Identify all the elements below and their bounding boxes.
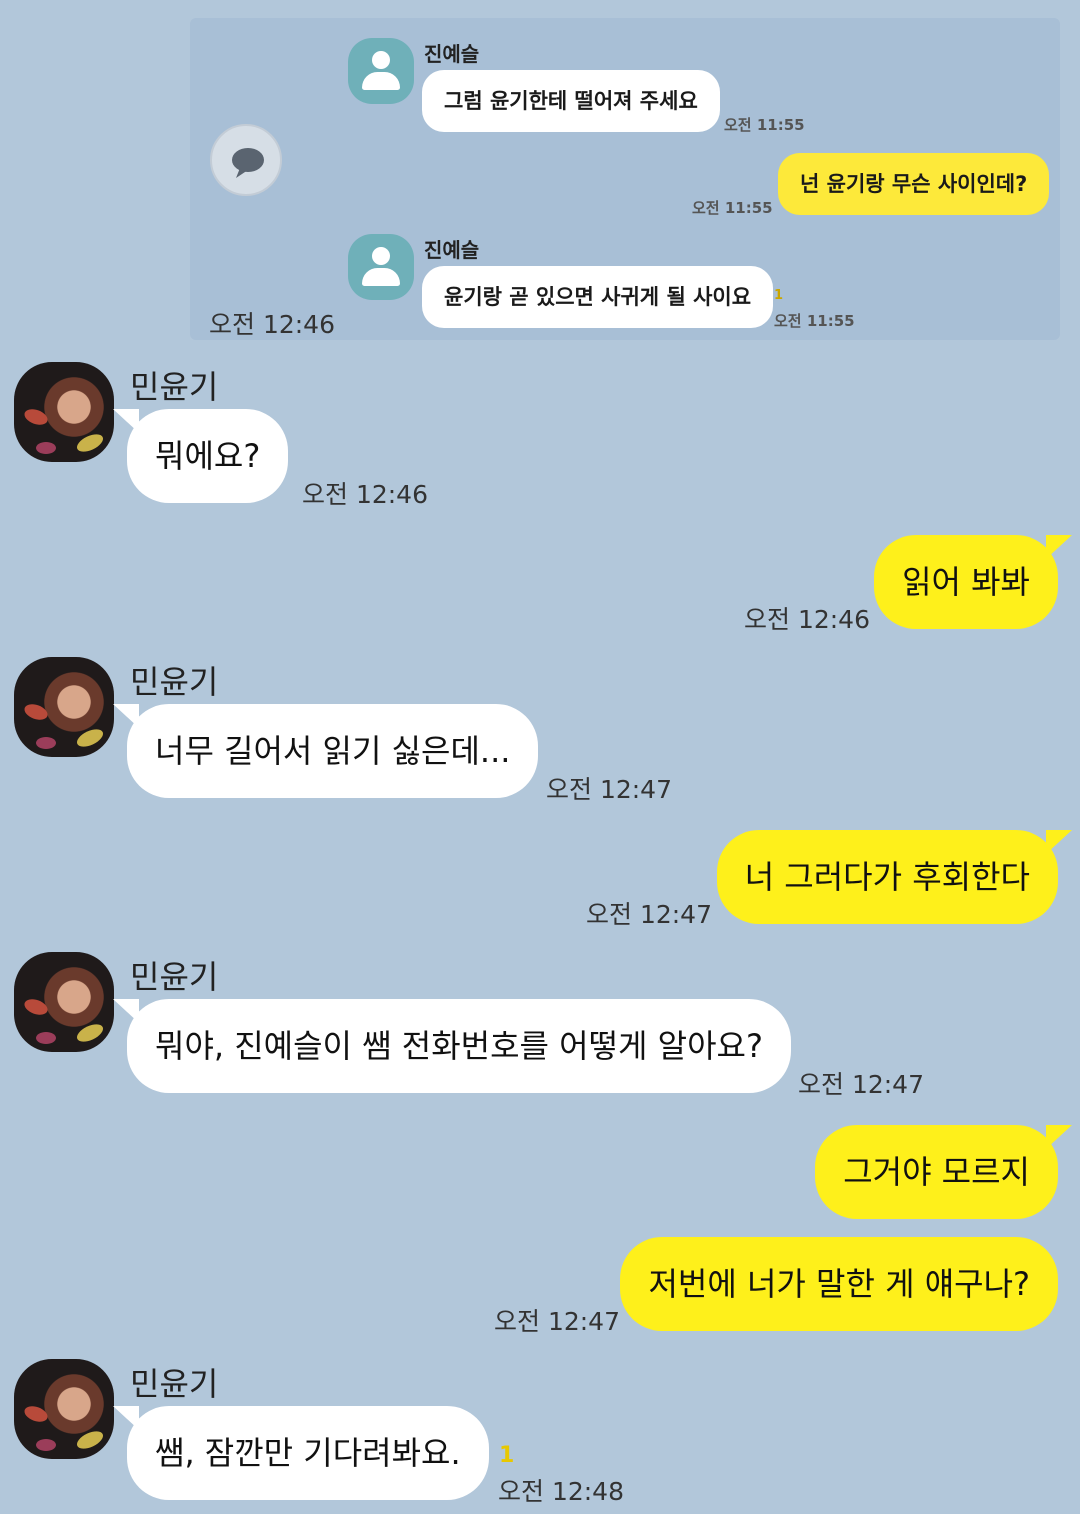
sender-name: 민윤기 [130,1365,219,1403]
message-text: 너무 길어서 읽기 싫은데... [155,732,511,770]
message-time: 오전 12:46 [302,480,428,509]
message-text: 뭐에요? [155,437,261,475]
message-text: 너 그러다가 후회한다 [744,858,1030,896]
sender-name: 민윤기 [130,958,219,996]
message-bubble[interactable]: 쌤, 잠깐만 기다려봐요. [113,1406,489,1500]
my-message-bubble[interactable]: 저번에 너가 말한 게 얘구나? [620,1237,1058,1331]
message-text: 쌤, 잠깐만 기다려봐요. [155,1434,461,1472]
message-time: 오전 12:47 [546,775,672,804]
avatar[interactable] [14,1359,114,1459]
embedded-message-bubble: 윤기랑 곧 있으면 사귀게 될 사이요 [422,266,774,328]
message-time: 오전 12:47 [586,900,712,929]
embedded-message-bubble: 그럼 윤기한테 떨어져 주세요 [422,70,720,132]
default-profile-icon [348,38,414,104]
avatar[interactable] [14,657,114,757]
sender-name: 민윤기 [130,663,219,701]
embedded-message-time: 오전 11:55 [774,312,855,330]
avatar[interactable] [14,952,114,1052]
default-profile-icon [348,234,414,300]
message-time: 오전 12:46 [209,310,335,339]
message-bubble[interactable]: 뭐야, 진예슬이 쌤 전화번호를 어떻게 알아요? [113,999,791,1093]
speech-bubble-icon [232,148,264,178]
message-time: 오전 12:47 [494,1307,620,1336]
message-time: 오전 12:48 [498,1477,624,1506]
avatar[interactable] [14,362,114,462]
my-message-bubble[interactable]: 너 그러다가 후회한다 [716,830,1072,924]
embedded-message-time: 오전 11:55 [724,116,805,134]
message-text: 저번에 너가 말한 게 얘구나? [648,1265,1030,1303]
my-message-bubble[interactable]: 읽어 봐봐 [874,535,1072,629]
message-time: 오전 12:46 [744,605,870,634]
embedded-sender-name: 진예슬 [424,42,480,66]
message-text: 그거야 모르지 [843,1153,1030,1191]
my-message-bubble[interactable]: 그거야 모르지 [815,1125,1072,1219]
share-button[interactable] [210,124,282,196]
embedded-my-message-bubble: 넌 윤기랑 무슨 사이인데? [778,153,1050,215]
embedded-sender-name: 진예슬 [424,238,480,262]
message-time: 오전 12:47 [798,1070,924,1099]
message-text: 읽어 봐봐 [902,563,1030,601]
message-bubble[interactable]: 너무 길어서 읽기 싫은데... [113,704,539,798]
message-bubble[interactable]: 뭐에요? [113,409,289,503]
unread-count: 1 [499,1443,515,1468]
embedded-message-time: 오전 11:55 [692,199,773,217]
embedded-unread-count: 1 [774,288,784,303]
sender-name: 민윤기 [130,368,219,406]
message-text: 뭐야, 진예슬이 쌤 전화번호를 어떻게 알아요? [155,1027,763,1065]
